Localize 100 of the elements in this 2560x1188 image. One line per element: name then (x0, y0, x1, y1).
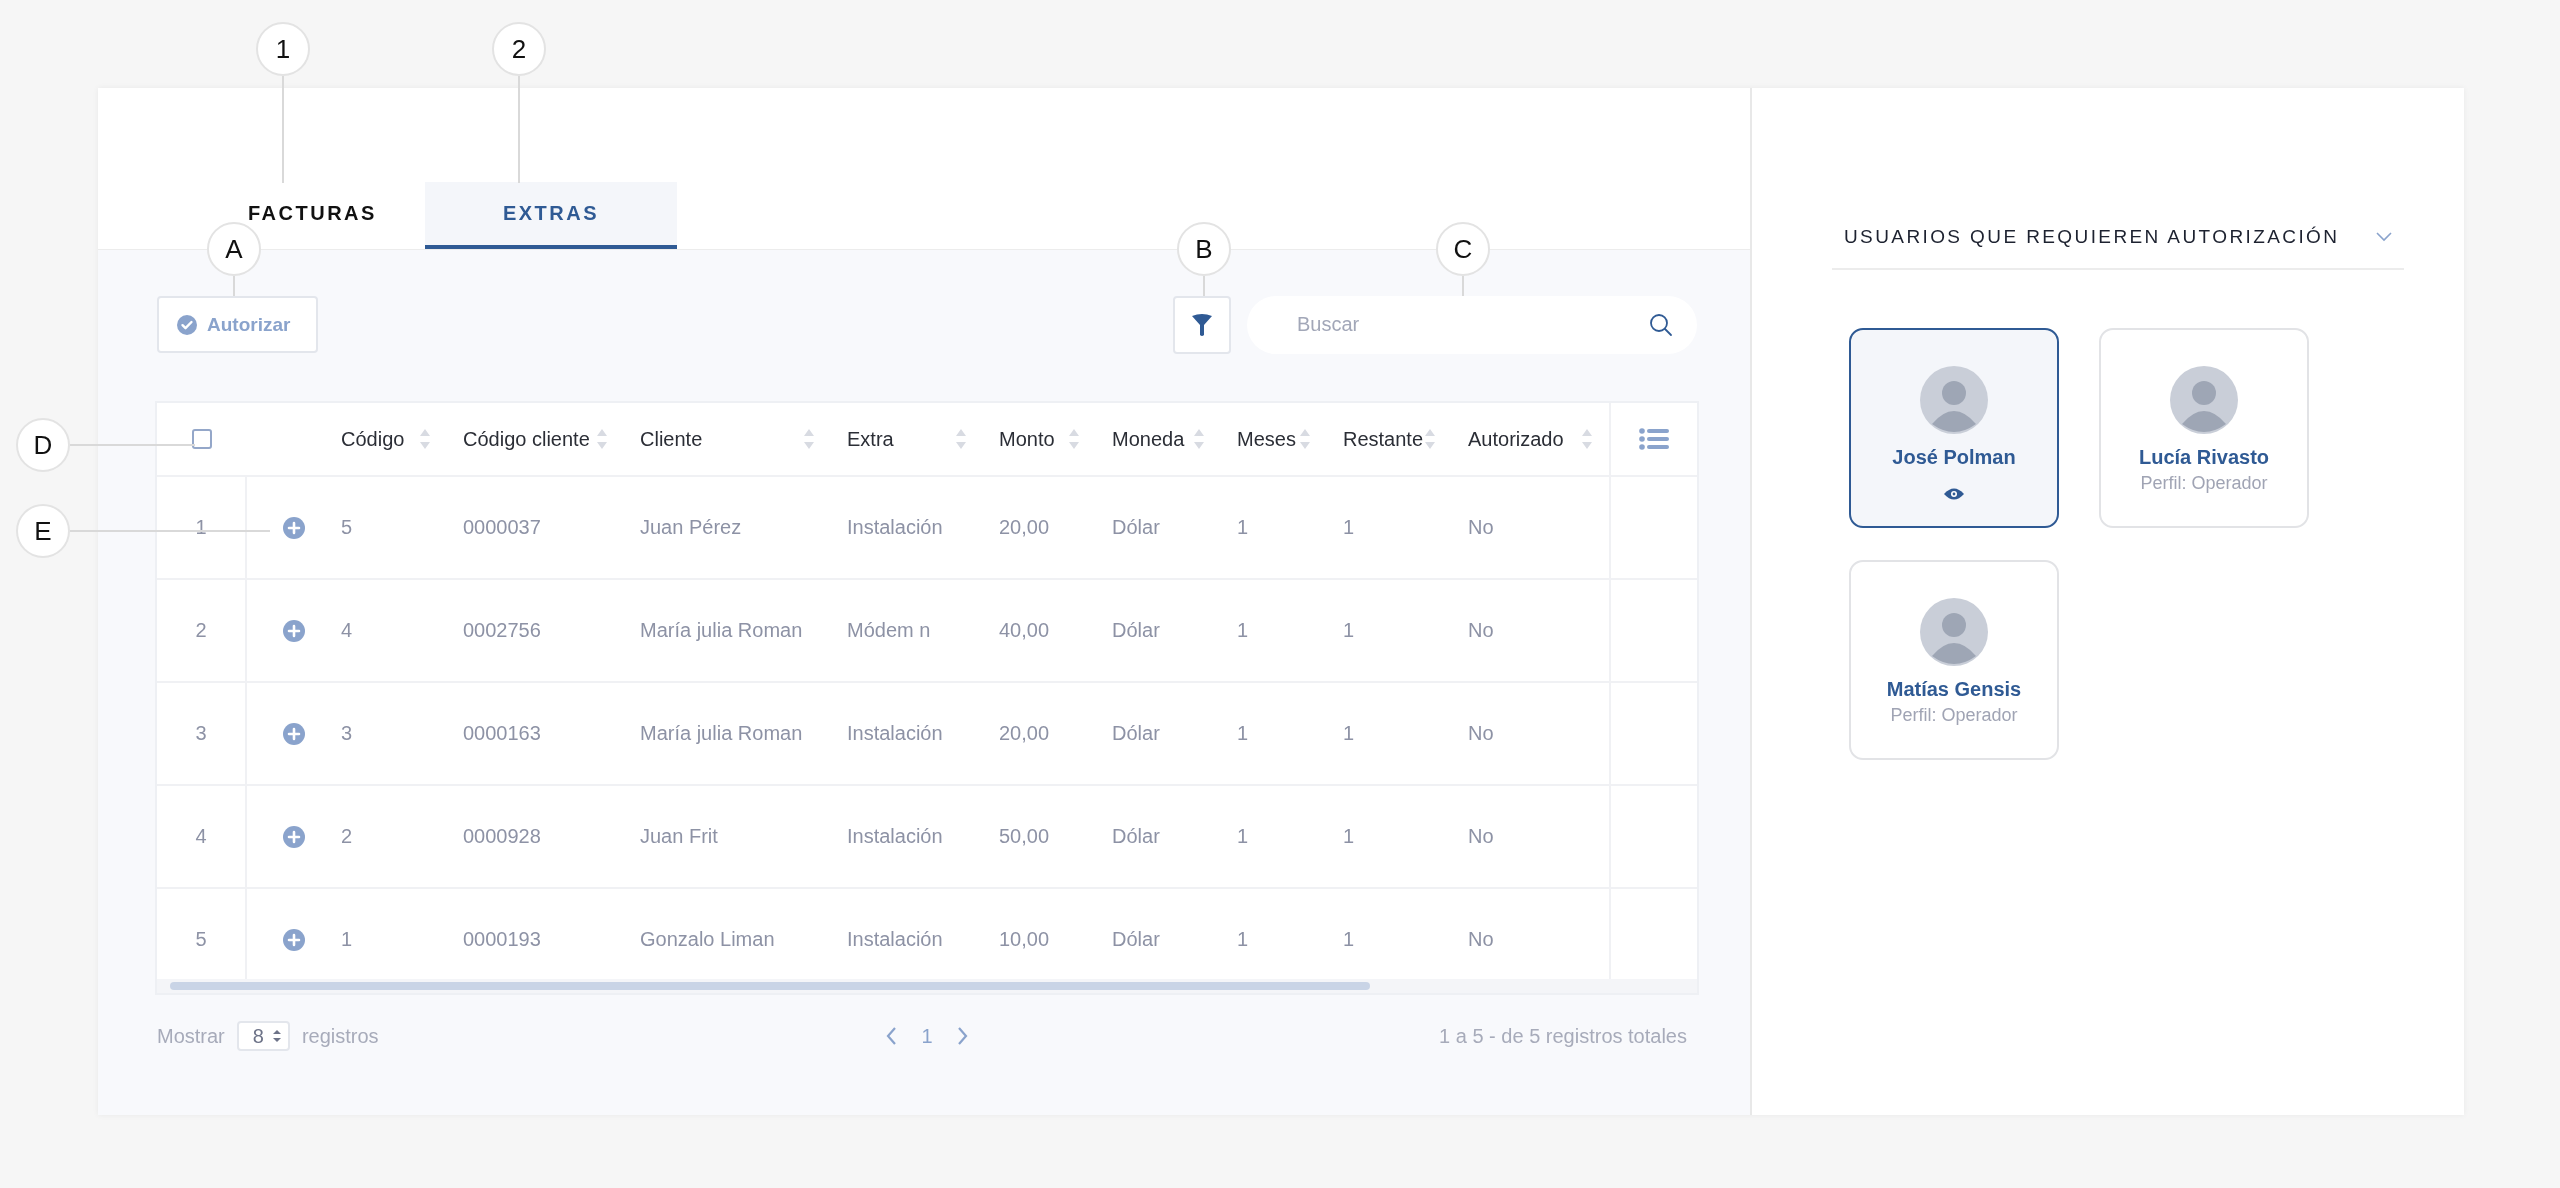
table-cell: 5 (341, 516, 353, 539)
callout-marker: 2 (492, 22, 546, 76)
table-cell: No (1468, 825, 1494, 848)
table-cell: Dólar (1112, 722, 1160, 745)
table-cell: 20,00 (999, 722, 1050, 745)
user-name: Lucía Rivasto (2138, 446, 2269, 469)
table-cell: Dólar (1112, 619, 1160, 642)
row-number: 4 (195, 825, 207, 848)
table-cell: 0000163 (463, 722, 541, 745)
table-cell: 3 (341, 722, 353, 745)
filter-button[interactable] (1173, 295, 1231, 354)
column-header[interactable]: Monto (999, 427, 1055, 451)
table-cell: Instalación (847, 825, 943, 848)
callout-marker: D (16, 418, 70, 472)
table-cell: Instalación (847, 516, 943, 539)
list-icon[interactable] (1639, 428, 1669, 450)
table-cell: 0000928 (463, 825, 541, 848)
table-cell: 1 (1237, 928, 1249, 951)
avatar-placeholder (1920, 598, 1988, 666)
row-number: 3 (195, 722, 207, 745)
avatar-placeholder (2170, 366, 2238, 434)
callout-marker: E (16, 504, 70, 558)
expand-plus-icon[interactable] (283, 619, 305, 642)
leader-line (1462, 276, 1464, 296)
column-header[interactable]: Código cliente (463, 427, 590, 451)
row-number: 2 (195, 619, 207, 642)
table-cell: 1 (1237, 722, 1249, 745)
user-card[interactable]: Matías Gensis Perfil: Operador (1849, 560, 2059, 760)
leader-line (233, 276, 235, 296)
table-cell: Gonzalo Liman (640, 928, 775, 951)
table-cell: 1 (1343, 928, 1355, 951)
table-cell: Juan Frit (640, 825, 718, 848)
horizontal-scrollbar[interactable] (170, 982, 1370, 990)
table-cell: Dólar (1112, 516, 1160, 539)
table-cell: 1 (1343, 722, 1355, 745)
expand-plus-icon[interactable] (283, 825, 305, 848)
expand-plus-icon[interactable] (283, 516, 305, 539)
panel-title: USUARIOS QUE REQUIEREN AUTORIZACIÓN (1844, 226, 2340, 248)
table-cell: 4 (341, 619, 353, 642)
table-cell: Juan Pérez (640, 516, 742, 539)
avatar-placeholder (1920, 366, 1988, 434)
table-cell: 1 (1343, 825, 1355, 848)
records-summary: 1 a 5 - de 5 registros totales (1439, 1024, 1688, 1048)
table-cell: 0000037 (463, 516, 541, 539)
chevron-down-icon[interactable] (2376, 232, 2392, 242)
column-header[interactable]: Restante (1343, 427, 1424, 451)
table-cell: María julia Roman (640, 619, 803, 642)
expand-plus-icon[interactable] (283, 722, 305, 745)
column-header[interactable]: Autorizado (1468, 427, 1564, 451)
table-cell: Instalación (847, 928, 943, 951)
expand-plus-icon[interactable] (283, 928, 305, 951)
stepper-icon[interactable] (271, 1028, 282, 1044)
table-cell: 1 (1237, 516, 1249, 539)
column-header[interactable]: Moneda (1112, 427, 1185, 451)
eye-icon[interactable] (1943, 487, 1965, 501)
search-field[interactable]: Buscar (1247, 295, 1697, 354)
column-header[interactable]: Código (341, 427, 405, 451)
table-cell: 0002756 (463, 619, 541, 642)
tab[interactable]: EXTRAS (424, 182, 677, 249)
next-page-icon[interactable] (956, 1026, 969, 1046)
previous-page-icon[interactable] (885, 1026, 898, 1046)
table-cell: 20,00 (999, 516, 1050, 539)
user-name: Matías Gensis (1886, 678, 2022, 701)
column-header[interactable]: Meses (1237, 427, 1296, 451)
table-cell: 1 (1343, 619, 1355, 642)
show-label: Mostrar (157, 1024, 225, 1048)
table-cell: 2 (341, 825, 353, 848)
table-cell: María julia Roman (640, 722, 803, 745)
table-cell: 0000193 (463, 928, 541, 951)
leader-line (1203, 276, 1205, 296)
table-cell: No (1468, 928, 1494, 951)
column-header[interactable]: Extra (847, 427, 894, 451)
table-cell: No (1468, 516, 1494, 539)
filter-icon (1191, 312, 1213, 337)
table-cell: 1 (341, 928, 353, 951)
table-cell: 40,00 (999, 619, 1050, 642)
user-card[interactable]: Lucía Rivasto Perfil: Operador (2099, 328, 2309, 528)
table-cell: Módem n (847, 619, 931, 642)
row-number: 5 (195, 928, 207, 951)
table-cell: 1 (1237, 619, 1249, 642)
table-cell: No (1468, 722, 1494, 745)
table-cell: No (1468, 619, 1494, 642)
column-header[interactable]: Cliente (640, 427, 703, 451)
table-cell: Instalación (847, 722, 943, 745)
page-size-select[interactable]: 8 (236, 1021, 290, 1051)
user-card[interactable]: José Polman (1849, 328, 2059, 528)
user-profile: Perfil: Operador (2140, 473, 2268, 494)
user-profile: Perfil: Operador (1890, 705, 2018, 726)
checkbox[interactable] (192, 429, 212, 449)
table-cell: Dólar (1112, 825, 1160, 848)
table-cell: 10,00 (999, 928, 1050, 951)
table-cell: 1 (1343, 516, 1355, 539)
check-circle-icon (177, 314, 197, 335)
table-cell: 50,00 (999, 825, 1050, 848)
search-icon[interactable] (1649, 312, 1673, 337)
callout-marker: 1 (256, 22, 310, 76)
records-label: registros (301, 1024, 379, 1048)
table-cell: Dólar (1112, 928, 1160, 951)
user-name: José Polman (1892, 446, 2016, 469)
table-cell: 1 (1237, 825, 1249, 848)
